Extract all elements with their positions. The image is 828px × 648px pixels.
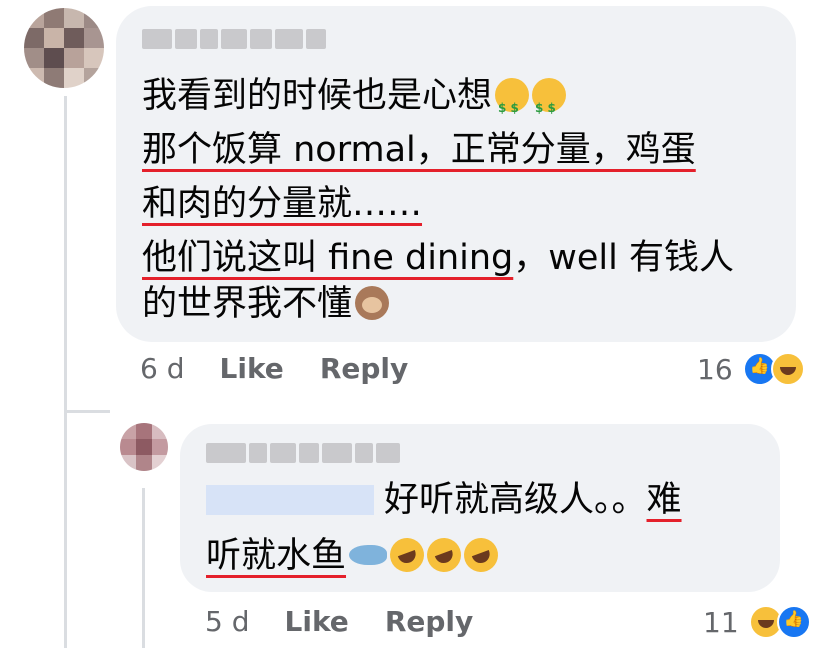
reaction-count: 16 (697, 352, 733, 386)
reply-timestamp[interactable]: 5 d (205, 605, 250, 638)
reply-text-line: 好听就高级人。。难 (206, 476, 682, 524)
thread-line-reply (142, 488, 145, 648)
haha-reaction-icon (770, 352, 805, 386)
comment-bubble: 我看到的时候也是心想 那个饭算 normal，正常分量，鸡蛋 和肉的分量就…… … (116, 6, 796, 342)
like-reaction-icon (776, 605, 811, 639)
like-button[interactable]: Like (285, 605, 349, 638)
money-mouth-face-icon (495, 78, 530, 132)
rolling-laughing-icon (422, 533, 466, 577)
rolling-laughing-icon (385, 533, 429, 577)
comment-text-line: 和肉的分量就…… (142, 184, 423, 224)
thread-line-branch (64, 410, 110, 413)
avatar[interactable] (120, 423, 168, 471)
comment-text-line: 那个饭算 normal，正常分量，鸡蛋 (142, 130, 696, 170)
comment-timestamp[interactable]: 6 d (140, 352, 185, 385)
mention-tag[interactable] (206, 485, 374, 515)
reply-button[interactable]: Reply (320, 352, 408, 385)
reply-actions: 5 d Like Reply (205, 605, 509, 638)
comment-author-name[interactable] (142, 28, 326, 50)
rolling-laughing-icon (459, 533, 503, 577)
comment-text-line: 我看到的时候也是心想 (142, 72, 567, 132)
fish-icon (349, 545, 388, 565)
see-no-evil-monkey-icon (355, 286, 390, 320)
reaction-summary[interactable]: 16 (697, 352, 805, 386)
comment-text-line: 的世界我不懂 (142, 280, 390, 328)
comment-text-line: 他们说这叫 fine dining，well 有钱人 (142, 238, 734, 278)
comment-actions: 6 d Like Reply (140, 352, 444, 385)
avatar[interactable] (24, 8, 104, 88)
thread-line-main (64, 96, 67, 648)
reaction-summary[interactable]: 11 (703, 605, 811, 639)
money-mouth-face-icon (532, 78, 567, 132)
reply-text-line: 听就水鱼 (206, 532, 503, 580)
like-button[interactable]: Like (220, 352, 284, 385)
reply-author-name[interactable] (206, 442, 400, 464)
reply-bubble: 好听就高级人。。难 听就水鱼 (180, 424, 780, 592)
reply-button[interactable]: Reply (385, 605, 473, 638)
reaction-count: 11 (703, 605, 739, 639)
